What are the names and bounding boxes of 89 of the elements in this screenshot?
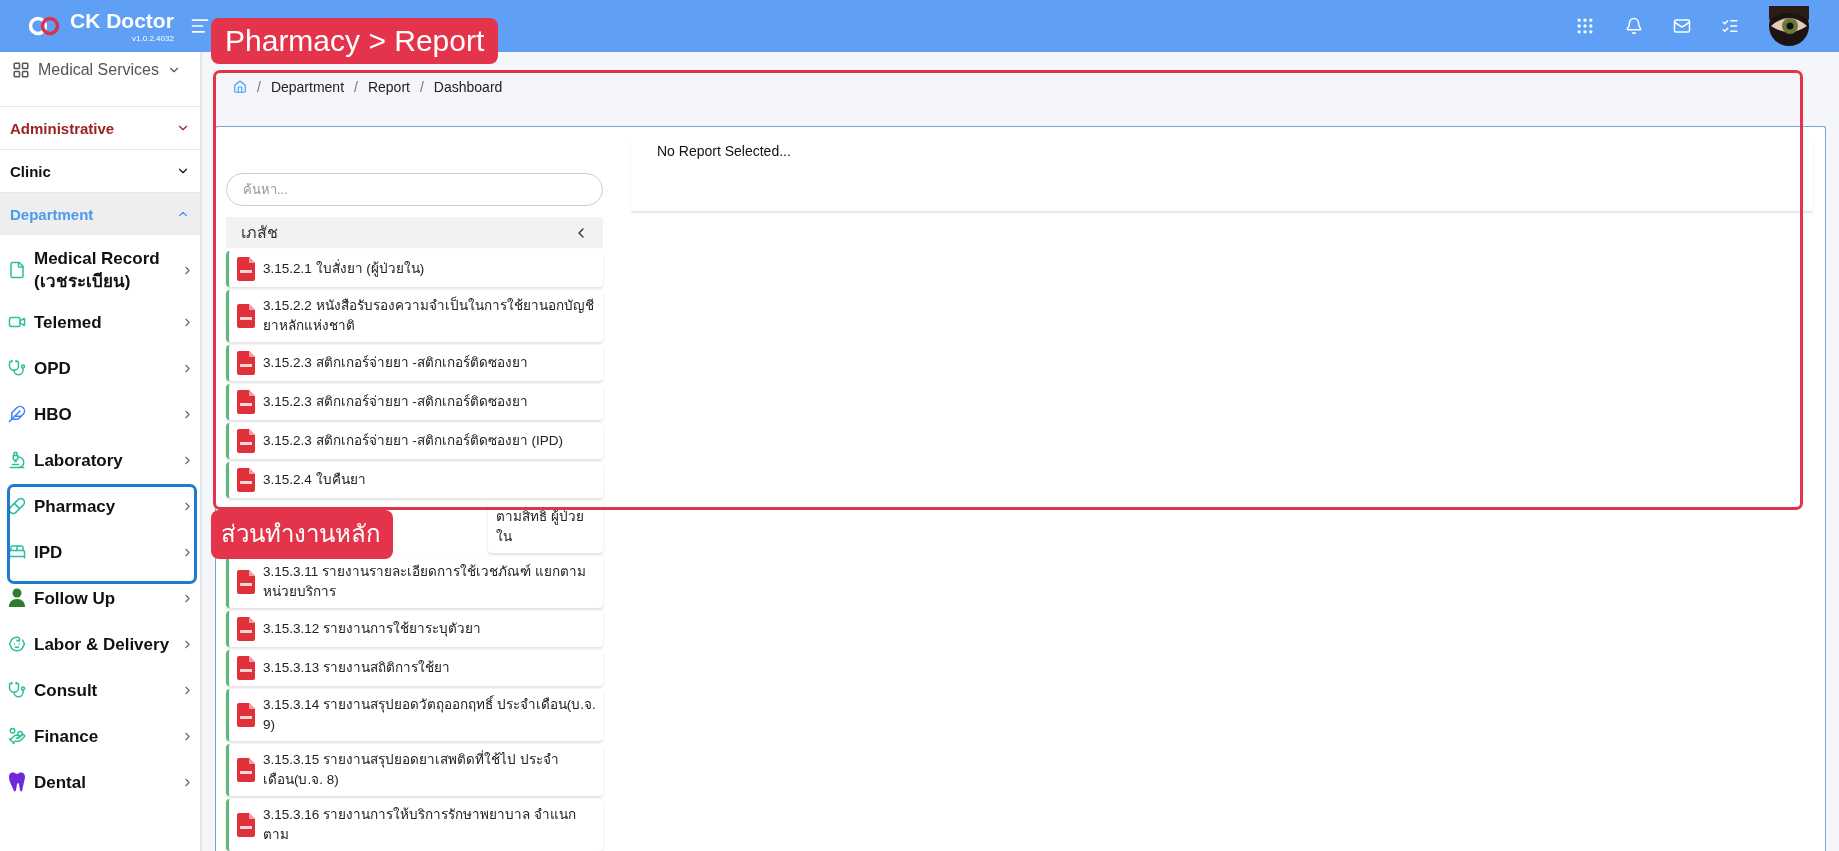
logo-icon [28, 16, 60, 36]
menu-item[interactable]: HBO [0, 391, 200, 437]
menu-item-label: Follow Up [34, 587, 117, 610]
menu-item-label: Laboratory [34, 449, 124, 472]
report-label: 3.15.3.16 รายงานการให้บริการรักษาพยาบาล จำแนกตาม [263, 806, 577, 844]
menu-item[interactable]: Finance [0, 713, 200, 759]
menu-item-label: HBO [34, 403, 73, 426]
pdf-icon [237, 351, 255, 375]
grid-icon [12, 61, 30, 79]
group-label: เภสัช [241, 223, 278, 244]
mail-icon[interactable] [1673, 17, 1691, 35]
pdf-icon [237, 390, 255, 414]
pdf-icon [237, 703, 255, 727]
report-label: ตามสิทธิ ผู้ป่วยใน [496, 508, 585, 546]
report-item[interactable]: 3.15.2.3 สติกเกอร์จ่ายยา -สติกเกอร์ติดซองยา [226, 384, 603, 420]
menu-item-label: IPD [34, 541, 64, 564]
version-label: v1.0.2.4032 [132, 33, 174, 43]
checklist-icon[interactable] [1721, 17, 1739, 35]
menu-item-label: Pharmacy [34, 495, 117, 518]
report-item[interactable]: ตามสิทธิ ผู้ป่วยใน [488, 501, 603, 553]
menu-item[interactable]: Consult [0, 667, 200, 713]
report-item[interactable]: 3.15.3.16 รายงานการให้บริการรักษาพยาบาล จำแนกตาม [226, 799, 603, 851]
breadcrumb-link[interactable]: Report [367, 79, 410, 95]
menu-item[interactable]: Follow Up [0, 575, 200, 621]
menu-item[interactable]: Medical Record (เวชระเบียน) [0, 241, 200, 299]
apps-grid-icon[interactable] [1575, 16, 1595, 36]
report-item[interactable]: 3.15.2.2 หนังสือรับรองความจำเป็นในการใช้ยานอกบัญชียาหลักแห่งชาติ [226, 290, 603, 342]
brand-name: CK Doctor [70, 9, 174, 32]
menu-item-label: Labor & Delivery [34, 633, 171, 656]
report-item[interactable]: 3.15.2.1 ใบสั่งยา (ผู้ป่วยใน) [226, 251, 603, 287]
report-item[interactable]: 3.15.3.11 รายงานรายละเอียดการใช้เวชภัณฑ์ แยกตามหน่วยบริการ [226, 556, 603, 608]
module-label: Medical Services [38, 61, 159, 79]
report-item[interactable]: 3.15.2.3 สติกเกอร์จ่ายยา -สติกเกอร์ติดซองยา [226, 345, 603, 381]
menu-item-label: Medical Record (เวชระเบียน) [34, 248, 161, 293]
report-item[interactable]: 3.15.3.14 รายงานสรุปยอดวัตถุออกฤทธิ์ ประจำเดือน(บ.จ. 9) [226, 689, 603, 741]
breadcrumb-separator: / [419, 79, 424, 95]
pdf-icon [237, 617, 255, 641]
menu-item[interactable]: OPD [0, 345, 200, 391]
menu-item-label: Telemed [34, 311, 103, 334]
pdf-icon [237, 570, 255, 594]
pdf-icon [237, 758, 255, 782]
group-header[interactable]: เภสัช [226, 217, 603, 248]
report-label: 3.15.3.12 รายงานการใช้ยาระบุตัวยา [263, 620, 483, 639]
report-label: 3.15.3.14 รายงานสรุปยอดวัตถุออกฤทธิ์ ประจำเดือน(บ.จ. 9) [263, 695, 597, 734]
report-label: 3.15.2.3 สติกเกอร์จ่ายยา -สติกเกอร์ติดซองยา [263, 393, 529, 411]
search-field[interactable]: ค้นหา... [226, 173, 603, 207]
section-label: Department [10, 205, 94, 223]
pdf-icon [237, 813, 255, 837]
report-label: 3.15.3.13 รายงานสถิติการใช้ยา [263, 659, 452, 677]
section-label: Clinic [10, 162, 51, 180]
report-label: 3.15.3.15 รายงานสรุปยอดยาเสพติดที่ใช้ไป ประจำเดือน(บ.จ. 8) [263, 750, 560, 789]
pdf-icon [237, 468, 255, 492]
report-item[interactable]: 3.15.3.15 รายงานสรุปยอดยาเสพติดที่ใช้ไป ประจำเดือน(บ.จ. 8) [226, 744, 603, 796]
annotation-callout: Pharmacy > Report [211, 18, 499, 64]
menu-item-label: Consult [34, 679, 99, 702]
pdf-icon [237, 257, 255, 281]
pdf-icon [237, 656, 255, 680]
report-label: 3.15.3.11 รายงานรายละเอียดการใช้เวชภัณฑ์ แยกตามหน่วยบริการ [263, 563, 587, 601]
menu-item[interactable]: Dental [0, 759, 200, 805]
menu-item[interactable]: Pharmacy [0, 483, 200, 529]
breadcrumb-link[interactable]: Department [270, 79, 345, 95]
menu-icon[interactable] [189, 16, 210, 36]
menu-item-label: OPD [34, 357, 72, 380]
annotation-callout: ส่วนทำงานหลัก [211, 510, 393, 559]
pdf-icon [237, 304, 255, 328]
menu-item[interactable]: Labor & Delivery [0, 621, 200, 667]
report-label: 3.15.2.4 ใบคืนยา [263, 471, 367, 489]
breadcrumb-link[interactable]: Dashboard [433, 79, 503, 95]
report-label: 3.15.2.3 สติกเกอร์จ่ายยา -สติกเกอร์ติดซองยา (IPD) [263, 432, 565, 450]
report-label: 3.15.2.2 หนังสือรับรองความจำเป็นในการใช้ยานอกบัญชียาหลักแห่งชาติ [263, 296, 595, 335]
menu-item[interactable]: Laboratory [0, 437, 200, 483]
menu-item[interactable]: IPD [0, 529, 200, 575]
report-item[interactable]: 3.15.2.3 สติกเกอร์จ่ายยา -สติกเกอร์ติดซองยา (IPD) [226, 423, 603, 459]
section-label: Administrative [10, 119, 115, 137]
menu-item-label: Finance [34, 725, 100, 748]
module-switcher[interactable]: Medical Services [0, 52, 200, 88]
menu-item[interactable]: Telemed [0, 299, 200, 345]
breadcrumb-separator: / [257, 79, 261, 95]
home-icon[interactable] [233, 80, 247, 94]
report-item[interactable]: 3.15.2.4 ใบคืนยา [226, 462, 603, 498]
empty-message: No Report Selected... [657, 143, 791, 159]
report-item[interactable]: 3.15.3.13 รายงานสถิติการใช้ยา [226, 650, 603, 686]
report-item[interactable]: 3.15.3.12 รายงานการใช้ยาระบุตัวยา [226, 611, 603, 647]
breadcrumb-separator: / [354, 79, 358, 95]
pdf-icon [237, 429, 255, 453]
bell-icon[interactable] [1625, 17, 1643, 35]
menu-item-label: Dental [34, 771, 87, 794]
report-label: 3.15.2.3 สติกเกอร์จ่ายยา -สติกเกอร์ติดซองยา [263, 354, 529, 372]
report-label: 3.15.2.1 ใบสั่งยา (ผู้ป่วยใน) [263, 259, 426, 279]
